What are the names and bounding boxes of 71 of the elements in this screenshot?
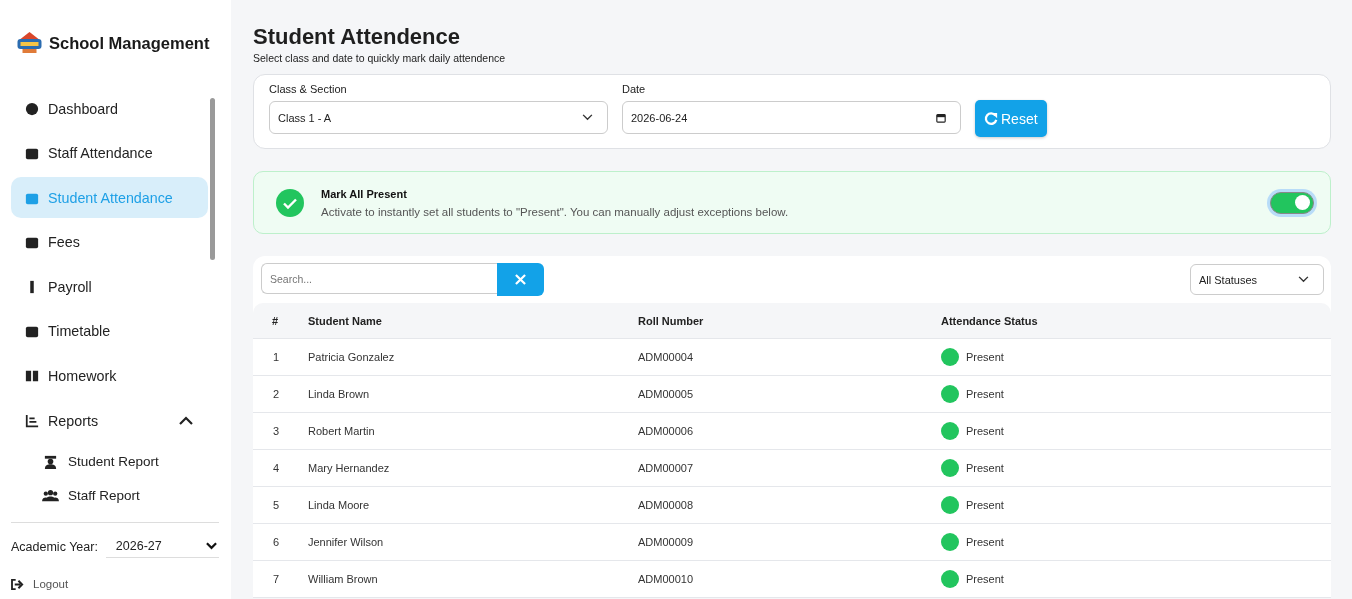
table-cell-text: ADM00008 xyxy=(638,499,695,511)
table-cell-text: ADM00010 xyxy=(638,573,695,585)
chevron-down-icon xyxy=(582,114,593,121)
close-icon xyxy=(515,274,526,285)
field-label: Class & Section xyxy=(269,83,348,95)
table-cell-text: ADM00007 xyxy=(638,462,695,474)
table-cell-text: Robert Martin xyxy=(308,425,376,437)
column-header: Roll Number xyxy=(638,314,705,327)
book-icon xyxy=(25,369,39,384)
column-header: Student Name xyxy=(308,314,383,327)
logout-link[interactable]: Logout xyxy=(11,578,231,590)
table-cell-text: 4 xyxy=(272,462,281,474)
banner-description: Activate to instantly set all students to "Present". You can manually adjust exceptions below. xyxy=(321,205,789,218)
table-cell-text: 1 xyxy=(272,351,281,363)
field-label: Date xyxy=(622,83,647,95)
scrollbar[interactable] xyxy=(210,98,215,260)
table-cell-text: 5 xyxy=(272,499,281,511)
app-title: School Management xyxy=(49,33,210,53)
chart-icon xyxy=(25,413,39,428)
status-text: Present xyxy=(966,351,1004,363)
nav-item[interactable]: Reports xyxy=(11,400,208,442)
table-cell-text: Jennifer Wilson xyxy=(308,536,385,548)
table-cell-text: ADM00005 xyxy=(638,388,695,400)
table-cell-text: Linda Brown xyxy=(308,388,371,400)
nav-item[interactable]: Staff Attendance xyxy=(11,132,208,174)
date-field[interactable]: 2026-06-24 xyxy=(622,101,961,134)
table-cell-text: ADM00004 xyxy=(638,351,695,363)
nav-item[interactable]: Fees xyxy=(11,221,208,263)
chevron-down-icon xyxy=(1298,276,1309,283)
nav-item[interactable]: Dashboard xyxy=(11,88,208,129)
table-cell-text: 2 xyxy=(272,388,281,400)
academic-year-select[interactable]: 2026-27 xyxy=(105,535,219,558)
chevron-icon[interactable] xyxy=(179,416,193,426)
school-logo-icon xyxy=(16,31,43,55)
status-text: Present xyxy=(966,462,1004,474)
table-cell-text: Patricia Gonzalez xyxy=(308,351,396,363)
clear-search-button[interactable] xyxy=(497,263,544,296)
banner-title: Mark All Present xyxy=(321,187,408,200)
search-field[interactable]: Search... xyxy=(261,263,497,294)
class-select[interactable]: Class 1 - A xyxy=(269,101,608,134)
logout-icon xyxy=(11,578,24,590)
table-cell-text: ADM00006 xyxy=(638,425,695,437)
status-text: Present xyxy=(966,536,1004,548)
page-title: Student Attendence xyxy=(253,24,461,50)
status-text: Present xyxy=(966,499,1004,511)
table-cell-text: William Brown xyxy=(308,573,379,585)
column-header: # xyxy=(271,314,280,327)
table-cell-text: ADM00009 xyxy=(638,536,695,548)
page-subtitle: Select class and date to quickly mark daily attendence xyxy=(253,52,507,64)
table-cell-text: Mary Hernandez xyxy=(308,462,391,474)
nav-subitem[interactable]: Student Report xyxy=(11,444,208,479)
nav-subitem[interactable]: Staff Report xyxy=(11,478,208,504)
nav-item[interactable]: Payroll xyxy=(11,266,208,308)
status-text: Present xyxy=(966,425,1004,437)
graduate-icon xyxy=(42,454,59,470)
table-cell-text: 6 xyxy=(272,536,281,548)
table-cell-text: Linda Moore xyxy=(308,499,371,511)
refresh-icon xyxy=(984,111,998,126)
column-header: Attendance Status xyxy=(941,314,1039,327)
status-filter-select[interactable]: All Statuses xyxy=(1190,264,1324,295)
users-icon xyxy=(42,488,59,504)
chevron-down-icon xyxy=(206,542,217,550)
status-text: Present xyxy=(966,388,1004,400)
status-text: Present xyxy=(966,573,1004,585)
table-cell-text: 3 xyxy=(272,425,281,437)
toggle-switch[interactable] xyxy=(1270,191,1314,214)
check-circle-icon xyxy=(276,188,304,217)
table-cell-text: 7 xyxy=(272,573,281,585)
nav-item[interactable]: Timetable xyxy=(11,310,208,352)
academic-year-label: Academic Year: xyxy=(11,539,98,554)
nav-item[interactable]: Homework xyxy=(11,355,208,397)
